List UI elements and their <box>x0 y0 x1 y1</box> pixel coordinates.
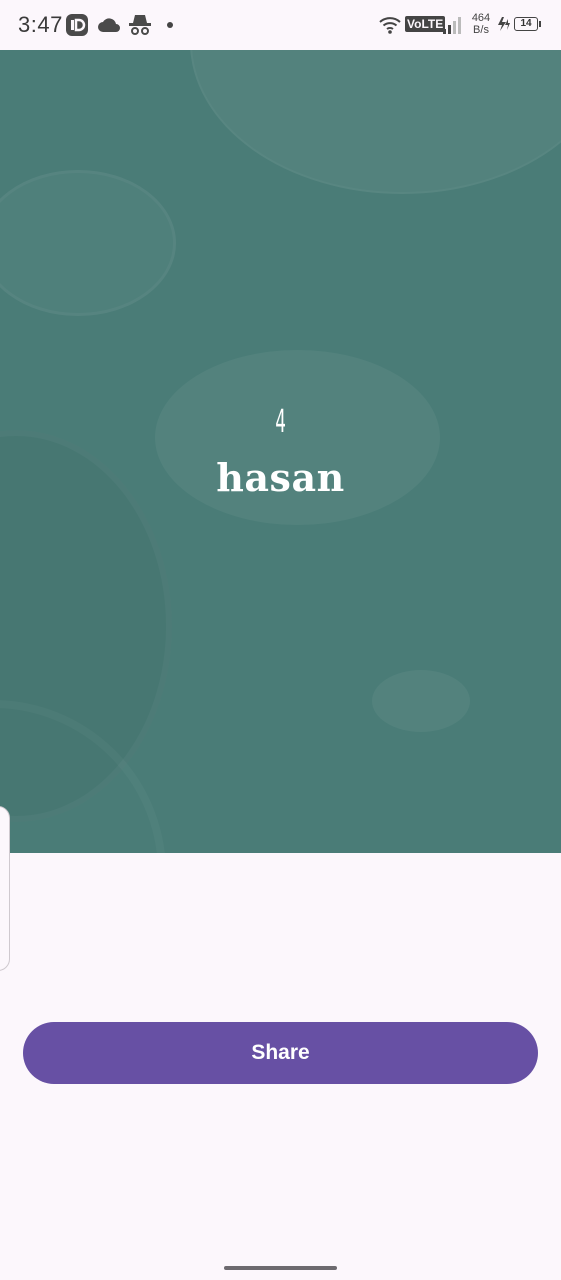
incognito-icon <box>128 13 152 40</box>
dot-icon <box>167 22 173 28</box>
card-name: hasan <box>216 455 345 500</box>
share-button[interactable]: Share <box>23 1022 538 1084</box>
status-time: 3:47 <box>18 12 63 37</box>
status-bar: 3:47 VoLTE 464 B/s 14 <box>0 0 561 50</box>
id-app-icon <box>66 14 88 41</box>
cloud-icon <box>97 17 121 38</box>
network-speed: 464 B/s <box>468 12 494 36</box>
network-speed-value: 464 <box>471 12 491 24</box>
gesture-nav-handle[interactable] <box>224 1266 337 1270</box>
charging-icon <box>497 17 511 36</box>
signal-icon <box>442 15 464 40</box>
decorative-bubble <box>372 670 470 732</box>
volte-badge: VoLTE <box>405 16 446 32</box>
decorative-bubble <box>0 170 176 316</box>
edge-panel-handle[interactable] <box>0 806 10 971</box>
network-speed-unit: B/s <box>473 24 489 36</box>
card-number: 4 <box>275 402 286 440</box>
battery-icon: 14 <box>514 17 541 31</box>
decorative-bubble <box>190 50 561 194</box>
wifi-icon <box>379 16 401 39</box>
card-preview: 4 hasan <box>0 50 561 853</box>
